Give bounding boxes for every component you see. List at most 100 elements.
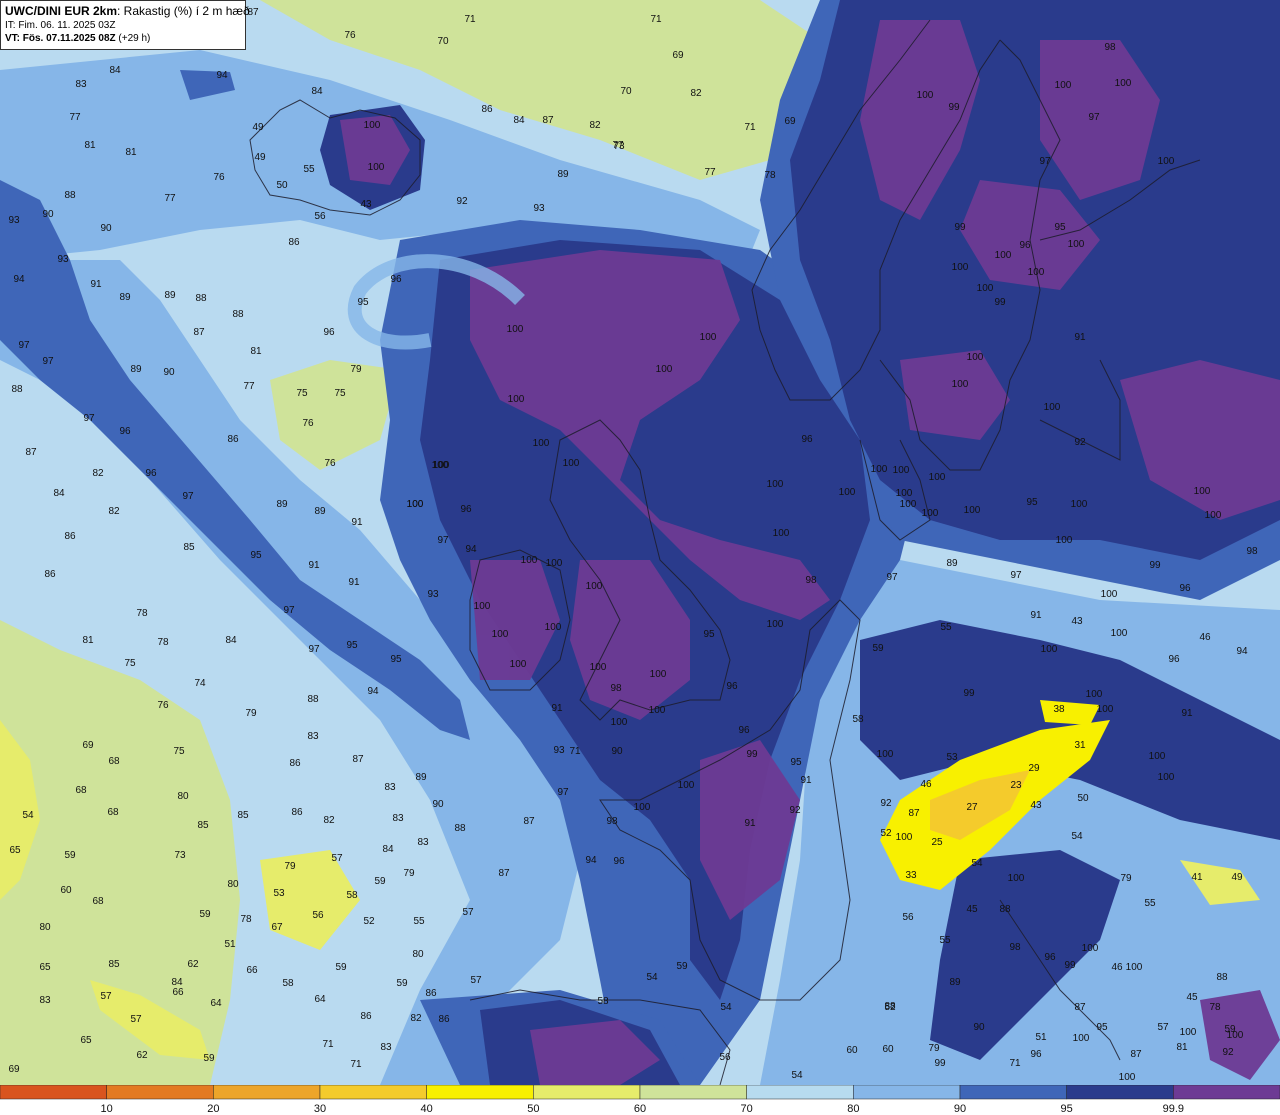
legend-color-swatch <box>0 1085 107 1100</box>
value-label: 69 <box>8 1064 20 1075</box>
value-label: 100 <box>1071 499 1088 510</box>
value-label: 92 <box>456 196 468 207</box>
value-label: 86 <box>288 237 300 248</box>
value-label: 82 <box>690 88 702 99</box>
value-label: 55 <box>413 916 425 927</box>
value-label: 100 <box>563 458 580 469</box>
value-label: 59 <box>374 876 386 887</box>
legend-color-swatch <box>853 1085 961 1100</box>
value-label: 89 <box>314 506 326 517</box>
value-label: 65 <box>39 962 51 973</box>
value-label: 97 <box>557 787 569 798</box>
value-label: 100 <box>521 555 538 566</box>
value-label: 71 <box>464 14 476 25</box>
value-label: 55 <box>939 935 951 946</box>
value-label: 99 <box>963 688 975 699</box>
value-label: 76 <box>344 30 356 41</box>
value-label: 78 <box>1209 1002 1221 1013</box>
value-label: 99 <box>948 102 960 113</box>
value-label: 87 <box>25 447 37 458</box>
value-label: 93 <box>533 203 545 214</box>
value-label: 88 <box>195 293 207 304</box>
value-label: 87 <box>352 754 364 765</box>
value-label: 100 <box>1194 486 1211 497</box>
value-label: 81 <box>1176 1042 1188 1053</box>
value-label: 97 <box>308 644 320 655</box>
value-label: 87 <box>1130 1049 1142 1060</box>
value-label: 52 <box>363 916 375 927</box>
value-label: 93 <box>553 745 565 756</box>
value-label: 89 <box>164 290 176 301</box>
value-label: 53 <box>273 888 285 899</box>
legend-tick-label: 60 <box>634 1103 646 1115</box>
value-label: 96 <box>613 856 625 867</box>
value-label: 92 <box>880 798 892 809</box>
value-label: 70 <box>620 86 632 97</box>
value-label: 84 <box>382 844 394 855</box>
value-label: 92 <box>1074 437 1086 448</box>
value-label: 79 <box>928 1043 940 1054</box>
value-label: 54 <box>646 972 658 983</box>
value-label: 82 <box>589 120 601 131</box>
value-label: 85 <box>183 542 195 553</box>
value-label: 100 <box>871 464 888 475</box>
value-label: 77 <box>243 381 255 392</box>
value-label: 69 <box>672 50 684 61</box>
value-label: 100 <box>900 499 917 510</box>
legend-color-swatch <box>639 1085 747 1100</box>
value-label: 99 <box>1149 560 1161 571</box>
value-label: 75 <box>173 746 185 757</box>
value-label: 96 <box>119 426 131 437</box>
value-label: 85 <box>237 810 249 821</box>
legend-tick-label: 30 <box>314 1103 326 1115</box>
value-label: 96 <box>1019 240 1031 251</box>
value-label: 50 <box>1077 793 1089 804</box>
value-label: 86 <box>44 569 56 580</box>
value-label: 100 <box>1101 589 1118 600</box>
value-label: 62 <box>136 1050 148 1061</box>
value-label: 100 <box>1149 751 1166 762</box>
value-label: 94 <box>1236 646 1248 657</box>
value-label: 100 <box>545 622 562 633</box>
legend-tick-label: 20 <box>207 1103 219 1115</box>
value-label: 54 <box>1071 831 1083 842</box>
value-label: 82 <box>410 1013 422 1024</box>
value-label: 100 <box>611 717 628 728</box>
value-label: 71 <box>350 1059 362 1070</box>
value-label: 59 <box>335 962 347 973</box>
value-label: 97 <box>283 605 295 616</box>
value-label: 86 <box>425 988 437 999</box>
value-label: 73 <box>174 850 186 861</box>
value-label: 100 <box>474 601 491 612</box>
legend-tick-label: 80 <box>847 1103 859 1115</box>
value-label: 97 <box>1088 112 1100 123</box>
value-label: 88 <box>884 1001 896 1012</box>
lead-time: (+29 h) <box>118 33 151 44</box>
title-line: UWC/DINI EUR 2km: Rakastig (%) í 2 m hæð <box>5 4 250 19</box>
value-label: 81 <box>84 140 96 151</box>
value-label: 77 <box>164 193 176 204</box>
value-label: 71 <box>322 1039 334 1050</box>
value-label: 91 <box>744 818 756 829</box>
value-label: 81 <box>125 147 137 158</box>
value-label: 79 <box>350 364 362 375</box>
value-label: 83 <box>39 995 51 1006</box>
value-label: 49 <box>254 152 266 163</box>
value-label: 43 <box>1071 616 1083 627</box>
value-label: 87 <box>193 327 205 338</box>
value-label: 57 <box>1157 1022 1169 1033</box>
value-label: 87 <box>542 115 554 126</box>
value-label: 100 <box>839 487 856 498</box>
value-label: 96 <box>726 681 738 692</box>
value-label: 94 <box>585 855 597 866</box>
value-label: 57 <box>130 1014 142 1025</box>
value-label: 91 <box>800 775 812 786</box>
value-label: 70 <box>437 36 449 47</box>
value-label: 97 <box>1039 156 1051 167</box>
value-label: 81 <box>82 635 94 646</box>
parameter-name: : Rakastig (%) í 2 m hæð <box>117 4 250 18</box>
value-label: 87 <box>908 808 920 819</box>
value-label: 53 <box>946 752 958 763</box>
value-label: 57 <box>462 907 474 918</box>
value-label: 98 <box>1104 42 1116 53</box>
